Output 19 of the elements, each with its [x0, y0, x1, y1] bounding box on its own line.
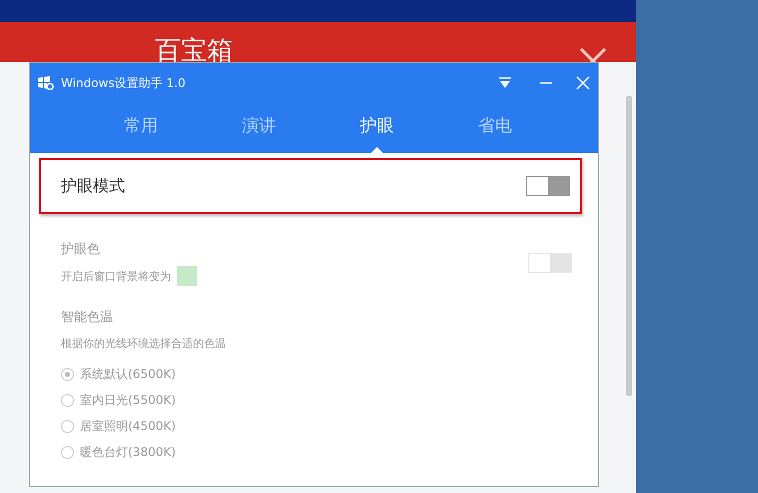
setting-label: 护眼模式 — [61, 176, 125, 196]
description: 根据你的光线环境选择合适的色温 — [61, 336, 227, 351]
scrollbar[interactable] — [626, 96, 632, 396]
window-title: Windows设置助手 1.0 — [61, 74, 186, 92]
option-label: 暖色台灯(3800K) — [80, 444, 176, 460]
section-title: 智能色温 — [61, 309, 114, 326]
windows-gear-icon — [38, 76, 54, 90]
toggle-switch[interactable] — [526, 176, 570, 196]
tab[interactable]: 省电 — [436, 103, 554, 153]
tab[interactable]: 常用 — [82, 103, 200, 153]
option-label: 室内日光(5500K) — [80, 392, 176, 408]
dropdown-icon[interactable] — [498, 77, 512, 89]
option-label: 系统默认(6500K) — [80, 366, 176, 382]
tab[interactable]: 演讲 — [200, 103, 318, 153]
option-label: 居室照明(4500K) — [80, 418, 176, 434]
tab[interactable]: 护眼 — [318, 103, 436, 153]
app-title: 百宝箱 — [155, 36, 233, 62]
section-title: 护眼色 — [61, 241, 101, 258]
description: 开启后窗口背景将变为 — [61, 268, 171, 284]
